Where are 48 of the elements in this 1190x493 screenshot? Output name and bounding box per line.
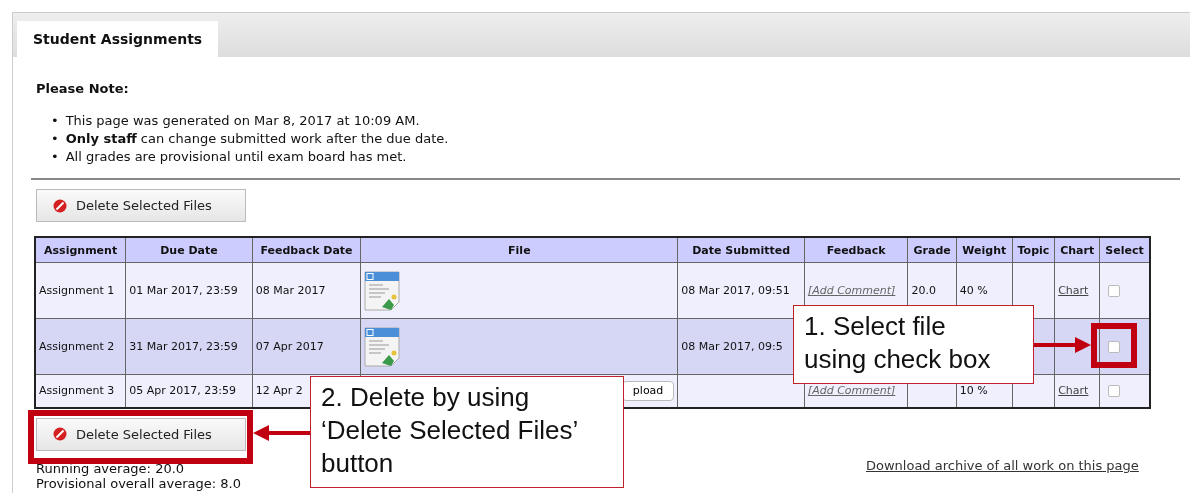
- add-comment-link[interactable]: [Add Comment]: [807, 284, 896, 297]
- no-entry-icon: [53, 427, 67, 441]
- column-header: File: [360, 237, 678, 263]
- column-header: Feedback: [804, 237, 908, 263]
- callout: 1. Select file using check box: [793, 305, 1034, 384]
- delete-button[interactable]: Delete Selected Files: [36, 417, 246, 451]
- column-header: Assignment: [35, 237, 126, 263]
- column-header: Date Submitted: [677, 237, 805, 263]
- column-header: Select: [1099, 237, 1150, 263]
- note-item: This page was generated on Mar 8, 2017 at 10:09 AM.: [65, 112, 420, 130]
- select-checkbox[interactable]: [1108, 341, 1121, 353]
- callout: 2. Delete by using ‘Delete Selected Files’ button: [310, 376, 624, 488]
- no-entry-icon: [53, 198, 67, 213]
- table-cell: 01 Mar 2017, 23:59: [125, 262, 253, 319]
- column-header: Weight: [956, 237, 1013, 263]
- column-header: Grade: [907, 237, 957, 263]
- column-header: Feedback Date: [252, 237, 361, 263]
- tab[interactable]: Student Assignments: [17, 21, 219, 57]
- summary-text: Running average: 20.0: [36, 460, 185, 476]
- document-icon: [364, 270, 401, 311]
- table-cell: 31 Mar 2017, 23:59: [125, 318, 253, 375]
- column-header: Chart: [1054, 237, 1100, 263]
- note-heading: Please Note:: [36, 81, 130, 96]
- note-item: All grades are provisional until exam board has met.: [65, 148, 407, 166]
- upload-button[interactable]: pload: [621, 380, 675, 401]
- document-icon: [364, 326, 401, 367]
- table-cell: 07 Apr 2017: [252, 318, 361, 375]
- table-cell: 05 Apr 2017, 23:59: [125, 374, 253, 408]
- arrow: [1033, 336, 1091, 354]
- select-checkbox[interactable]: [1108, 385, 1121, 398]
- column-header: Topic: [1012, 237, 1055, 263]
- table-cell: 08 Mar 2017, 09:51: [677, 262, 805, 319]
- download-link[interactable]: Download archive of all work on this page: [866, 458, 1139, 473]
- arrow: [253, 424, 311, 442]
- table-cell: 08 Mar 2017: [252, 262, 361, 319]
- highlight-frame: [1091, 323, 1137, 368]
- bullet: •: [51, 130, 59, 148]
- table-cell: Assignment 2: [35, 318, 126, 375]
- bullet: •: [51, 112, 59, 130]
- bullet: •: [51, 148, 59, 166]
- note-item: Only staff can change submitted work after the due date.: [65, 130, 449, 148]
- delete-button[interactable]: Delete Selected Files: [36, 189, 246, 222]
- table-cell: Assignment 1: [35, 262, 126, 319]
- column-header: Due Date: [125, 237, 253, 263]
- select-checkbox[interactable]: [1108, 285, 1121, 297]
- summary-text: Provisional overall average: 8.0: [36, 475, 241, 491]
- chart-link[interactable]: Chart: [1058, 284, 1089, 297]
- table-cell: Assignment 3: [35, 374, 126, 408]
